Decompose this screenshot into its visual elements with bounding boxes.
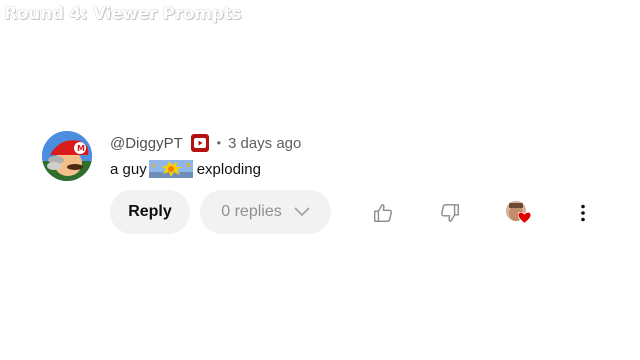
separator: •	[216, 136, 221, 150]
comment: M @DiggyPT • 3 days ago a guy exploding …	[42, 130, 602, 240]
timestamp[interactable]: 3 days ago	[228, 135, 301, 152]
thumbs-down-icon[interactable]	[439, 202, 461, 224]
avatar[interactable]: M	[42, 131, 92, 181]
replies-label: 0 replies	[221, 203, 282, 220]
author-name[interactable]: @DiggyPT	[110, 135, 183, 152]
svg-text:M: M	[77, 144, 85, 153]
comment-header: @DiggyPT • 3 days ago	[110, 132, 301, 154]
chevron-down-icon	[294, 207, 310, 217]
overlay-title: Round 4: Viewer Prompts	[4, 4, 242, 24]
comment-text-before: a guy	[110, 160, 147, 178]
thumbs-up-icon[interactable]	[372, 202, 394, 224]
reply-button[interactable]: Reply	[110, 190, 190, 234]
creator-heart[interactable]	[506, 201, 532, 227]
member-badge-icon	[190, 134, 209, 152]
replies-button[interactable]: 0 replies	[200, 190, 331, 234]
exploding-emote-icon	[148, 160, 193, 178]
comment-body: a guy exploding	[110, 158, 261, 180]
heart-icon	[517, 211, 532, 229]
more-options-icon[interactable]	[572, 202, 594, 224]
comment-text-after: exploding	[196, 160, 261, 178]
